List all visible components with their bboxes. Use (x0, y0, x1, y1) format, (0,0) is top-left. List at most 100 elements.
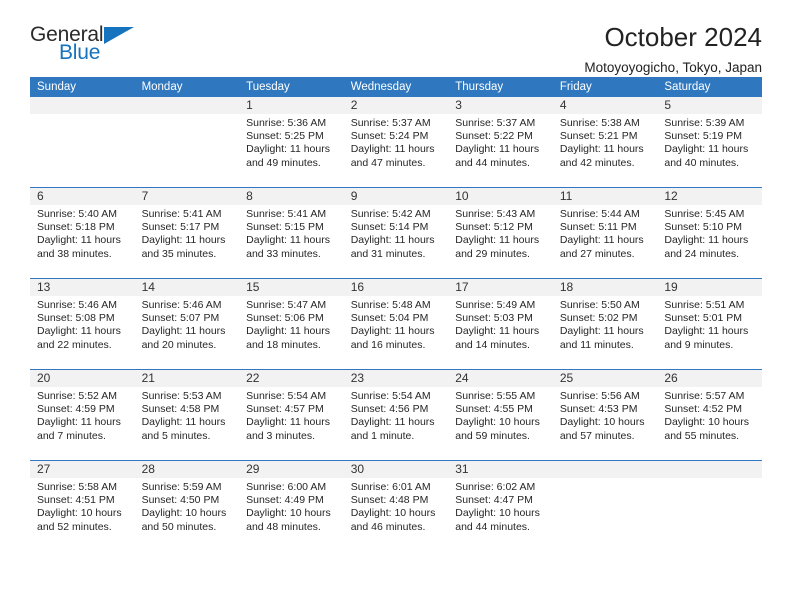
day-details: Sunrise: 5:37 AM Sunset: 5:22 PM Dayligh… (448, 114, 553, 170)
sunset-text: Sunset: 5:24 PM (350, 130, 429, 143)
calendar-week-row: 20 Sunrise: 5:52 AM Sunset: 4:59 PM Dayl… (30, 369, 762, 461)
sunset-text: Sunset: 5:25 PM (246, 130, 324, 143)
day-number: 17 (448, 279, 553, 296)
sunrise-text: Sunrise: 5:37 AM (350, 117, 431, 129)
sunrise-text: Sunrise: 5:42 AM (350, 208, 431, 220)
daylight-text: Daylight: 11 hours and 40 minutes. (664, 143, 749, 169)
sunset-text: Sunset: 5:07 PM (141, 312, 220, 325)
sunset-text: Sunset: 5:02 PM (559, 312, 638, 325)
day-cell[interactable]: 28 Sunrise: 5:59 AM Sunset: 4:50 PM Dayl… (134, 460, 240, 551)
day-number: 13 (30, 279, 135, 296)
day-cell[interactable] (552, 460, 658, 551)
daylight-text: Daylight: 10 hours and 48 minutes. (246, 507, 331, 533)
day-number: 31 (448, 461, 553, 478)
day-number: 26 (657, 370, 762, 387)
day-cell[interactable] (30, 97, 135, 188)
day-cell[interactable]: 10 Sunrise: 5:43 AM Sunset: 5:12 PM Dayl… (448, 187, 553, 279)
day-cell[interactable]: 11 Sunrise: 5:44 AM Sunset: 5:11 PM Dayl… (552, 187, 658, 279)
sunset-text: Sunset: 5:06 PM (246, 312, 324, 325)
sunset-text: Sunset: 5:01 PM (664, 312, 743, 325)
day-cell[interactable]: 14 Sunrise: 5:46 AM Sunset: 5:07 PM Dayl… (134, 278, 240, 370)
sunset-text: Sunset: 4:58 PM (141, 403, 220, 416)
daylight-text: Daylight: 10 hours and 59 minutes. (455, 416, 540, 442)
day-cell[interactable]: 26 Sunrise: 5:57 AM Sunset: 4:52 PM Dayl… (657, 369, 762, 461)
day-number: 19 (657, 279, 762, 296)
day-cell[interactable]: 8 Sunrise: 5:41 AM Sunset: 5:15 PM Dayli… (239, 187, 344, 279)
day-cell[interactable]: 2 Sunrise: 5:37 AM Sunset: 5:24 PM Dayli… (343, 97, 449, 188)
day-details: Sunrise: 5:40 AM Sunset: 5:18 PM Dayligh… (30, 205, 135, 261)
sunrise-text: Sunrise: 5:57 AM (664, 390, 745, 402)
daylight-text: Daylight: 11 hours and 20 minutes. (141, 325, 226, 351)
day-cell[interactable]: 25 Sunrise: 5:56 AM Sunset: 4:53 PM Dayl… (552, 369, 658, 461)
page-header: General Blue October 2024 Motoyoyogicho,… (30, 0, 762, 75)
sunrise-text: Sunrise: 5:46 AM (141, 299, 222, 311)
sunset-text: Sunset: 5:21 PM (559, 130, 638, 143)
day-cell[interactable]: 23 Sunrise: 5:54 AM Sunset: 4:56 PM Dayl… (343, 369, 449, 461)
sunrise-text: Sunrise: 5:53 AM (141, 390, 222, 402)
sunrise-text: Sunrise: 5:41 AM (141, 208, 222, 220)
day-number: 22 (239, 370, 344, 387)
day-cell[interactable]: 6 Sunrise: 5:40 AM Sunset: 5:18 PM Dayli… (30, 187, 135, 279)
calendar-week-row: 6 Sunrise: 5:40 AM Sunset: 5:18 PM Dayli… (30, 187, 762, 279)
calendar-page: General Blue October 2024 Motoyoyogicho,… (0, 0, 792, 612)
calendar-table: Sunday Monday Tuesday Wednesday Thursday… (30, 77, 762, 551)
sunrise-text: Sunrise: 5:47 AM (246, 299, 327, 311)
day-cell[interactable] (134, 97, 240, 188)
day-cell[interactable]: 30 Sunrise: 6:01 AM Sunset: 4:48 PM Dayl… (343, 460, 449, 551)
daylight-text: Daylight: 11 hours and 14 minutes. (455, 325, 540, 351)
day-cell[interactable]: 20 Sunrise: 5:52 AM Sunset: 4:59 PM Dayl… (30, 369, 135, 461)
sunset-text: Sunset: 5:10 PM (664, 221, 743, 234)
day-cell[interactable]: 19 Sunrise: 5:51 AM Sunset: 5:01 PM Dayl… (657, 278, 762, 370)
sunrise-text: Sunrise: 5:41 AM (246, 208, 327, 220)
daylight-text: Daylight: 11 hours and 18 minutes. (246, 325, 330, 351)
sunset-text: Sunset: 4:57 PM (246, 403, 324, 416)
daylight-text: Daylight: 11 hours and 11 minutes. (559, 325, 644, 351)
day-cell[interactable] (657, 460, 762, 551)
day-cell[interactable]: 12 Sunrise: 5:45 AM Sunset: 5:10 PM Dayl… (657, 187, 762, 279)
day-number: 18 (552, 279, 658, 296)
calendar-week-row: 27 Sunrise: 5:58 AM Sunset: 4:51 PM Dayl… (30, 460, 762, 551)
daylight-text: Daylight: 11 hours and 33 minutes. (246, 234, 330, 260)
sunrise-text: Sunrise: 5:49 AM (455, 299, 536, 311)
day-number: 11 (552, 188, 658, 205)
sunset-text: Sunset: 4:50 PM (141, 494, 220, 507)
day-cell[interactable]: 16 Sunrise: 5:48 AM Sunset: 5:04 PM Dayl… (343, 278, 449, 370)
sunset-text: Sunset: 5:15 PM (246, 221, 324, 234)
daylight-text: Daylight: 10 hours and 52 minutes. (37, 507, 122, 533)
day-cell[interactable]: 27 Sunrise: 5:58 AM Sunset: 4:51 PM Dayl… (30, 460, 135, 551)
day-details: Sunrise: 5:51 AM Sunset: 5:01 PM Dayligh… (657, 296, 762, 352)
day-number (134, 97, 240, 114)
day-cell[interactable]: 24 Sunrise: 5:55 AM Sunset: 4:55 PM Dayl… (448, 369, 553, 461)
day-cell[interactable]: 1 Sunrise: 5:36 AM Sunset: 5:25 PM Dayli… (239, 97, 344, 188)
day-cell[interactable]: 3 Sunrise: 5:37 AM Sunset: 5:22 PM Dayli… (448, 97, 553, 188)
sunset-text: Sunset: 4:49 PM (246, 494, 324, 507)
weekday-header-sunday: Sunday (30, 77, 135, 97)
day-number: 28 (134, 461, 240, 478)
day-details: Sunrise: 5:55 AM Sunset: 4:55 PM Dayligh… (448, 387, 553, 443)
sunset-text: Sunset: 5:19 PM (664, 130, 743, 143)
day-details: Sunrise: 5:41 AM Sunset: 5:15 PM Dayligh… (239, 205, 344, 261)
day-cell[interactable]: 22 Sunrise: 5:54 AM Sunset: 4:57 PM Dayl… (239, 369, 344, 461)
day-cell[interactable]: 17 Sunrise: 5:49 AM Sunset: 5:03 PM Dayl… (448, 278, 553, 370)
day-cell[interactable]: 29 Sunrise: 6:00 AM Sunset: 4:49 PM Dayl… (239, 460, 344, 551)
page-title: October 2024 (604, 22, 762, 52)
daylight-text: Daylight: 11 hours and 29 minutes. (455, 234, 540, 260)
day-cell[interactable]: 15 Sunrise: 5:47 AM Sunset: 5:06 PM Dayl… (239, 278, 344, 370)
day-cell[interactable]: 7 Sunrise: 5:41 AM Sunset: 5:17 PM Dayli… (134, 187, 240, 279)
day-cell[interactable]: 9 Sunrise: 5:42 AM Sunset: 5:14 PM Dayli… (343, 187, 449, 279)
day-cell[interactable]: 5 Sunrise: 5:39 AM Sunset: 5:19 PM Dayli… (657, 97, 762, 188)
weekday-header-wednesday: Wednesday (343, 77, 449, 97)
sunset-text: Sunset: 5:03 PM (455, 312, 533, 325)
sunrise-text: Sunrise: 5:48 AM (350, 299, 431, 311)
calendar-week-row: 1 Sunrise: 5:36 AM Sunset: 5:25 PM Dayli… (30, 97, 762, 188)
day-cell[interactable]: 4 Sunrise: 5:38 AM Sunset: 5:21 PM Dayli… (552, 97, 658, 188)
day-details: Sunrise: 5:56 AM Sunset: 4:53 PM Dayligh… (553, 387, 658, 443)
day-details: Sunrise: 6:00 AM Sunset: 4:49 PM Dayligh… (239, 478, 344, 534)
day-cell[interactable]: 13 Sunrise: 5:46 AM Sunset: 5:08 PM Dayl… (30, 278, 135, 370)
day-cell[interactable]: 18 Sunrise: 5:50 AM Sunset: 5:02 PM Dayl… (552, 278, 658, 370)
daylight-text: Daylight: 11 hours and 44 minutes. (455, 143, 540, 169)
day-number: 8 (239, 188, 344, 205)
day-cell[interactable]: 31 Sunrise: 6:02 AM Sunset: 4:47 PM Dayl… (448, 460, 553, 551)
day-cell[interactable]: 21 Sunrise: 5:53 AM Sunset: 4:58 PM Dayl… (134, 369, 240, 461)
daylight-text: Daylight: 11 hours and 7 minutes. (37, 416, 121, 442)
